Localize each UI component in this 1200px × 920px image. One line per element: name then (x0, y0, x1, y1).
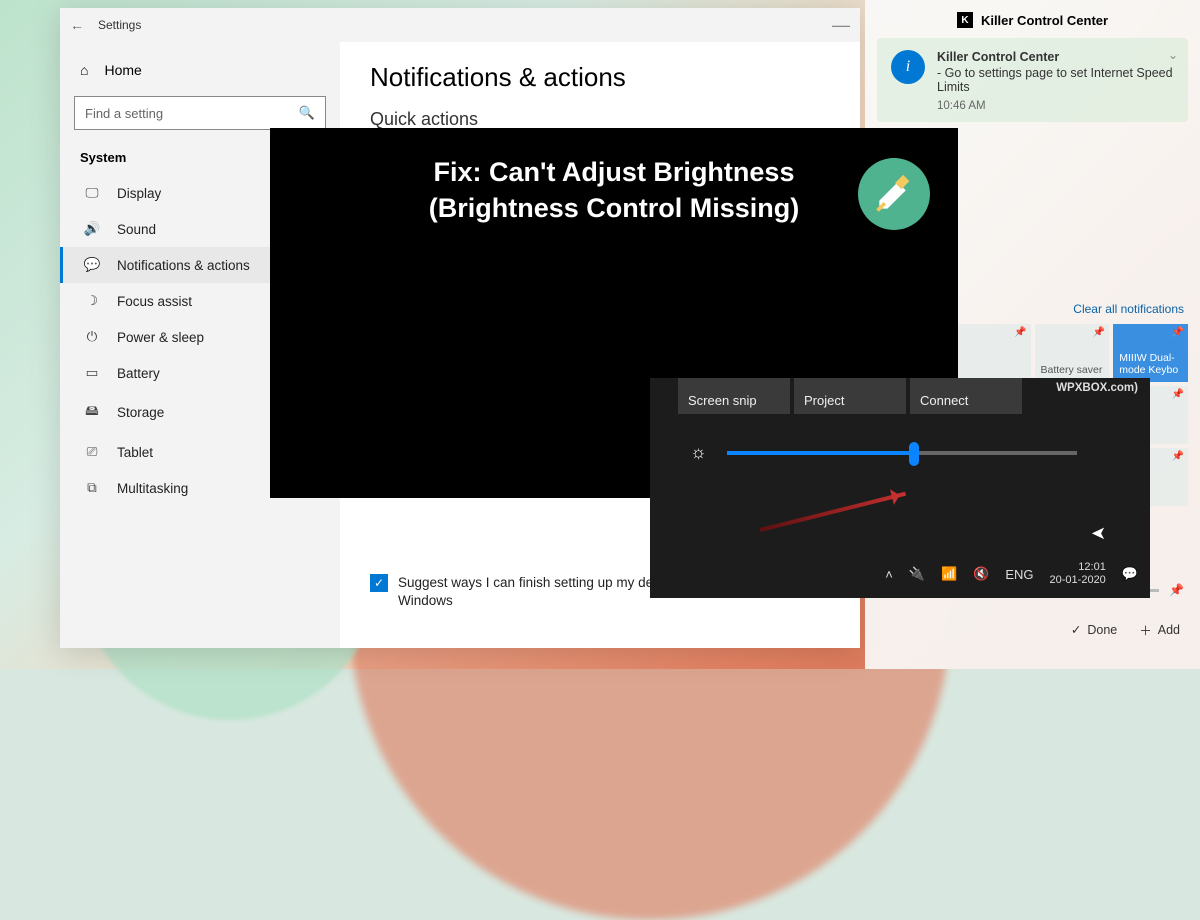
back-button[interactable]: ← (70, 17, 98, 33)
sidebar-item-label: Battery (117, 366, 160, 381)
sidebar-item-icon: 🔊 (83, 221, 101, 237)
cursor-icon: ➤ (1091, 523, 1106, 544)
watermark-text: WPXBOX.com) (1056, 382, 1138, 394)
sidebar-item-icon: ⧉ (83, 480, 101, 496)
search-input[interactable]: Find a setting 🔍 (74, 96, 326, 130)
sidebar-item-label: Power & sleep (117, 330, 204, 345)
tile-label: Battery saver (1041, 364, 1104, 376)
sidebar-item-label: Multitasking (117, 481, 188, 496)
window-titlebar: ← Settings — (60, 8, 860, 42)
chevron-down-icon[interactable]: ⌄ (1168, 48, 1178, 62)
notification-time: 10:46 AM (937, 100, 1174, 112)
pin-icon: 📌 (1172, 327, 1184, 338)
tray-chevron-icon[interactable]: ˄ (885, 567, 893, 582)
clear-all-link[interactable]: Clear all notifications (1073, 302, 1184, 316)
action-center-footer: ✓ Done ＋ Add (877, 612, 1188, 643)
search-icon: 🔍 (299, 105, 315, 121)
info-icon: i (891, 50, 925, 84)
quick-action-tile: Project (794, 378, 906, 414)
section-title: Quick actions (370, 109, 830, 130)
sidebar-item-label: Display (117, 186, 161, 201)
pin-icon: 📌 (1172, 451, 1184, 462)
action-center-app-header: K Killer Control Center (877, 8, 1188, 38)
kcc-logo-icon: K (957, 12, 973, 28)
action-center-screenshot: WPXBOX.com) Screen snipProjectConnect ☼ … (650, 378, 1150, 598)
pin-icon[interactable]: 📌 (1169, 583, 1184, 597)
add-button[interactable]: ＋ Add (1139, 620, 1180, 639)
wrench-screwdriver-icon (858, 158, 930, 230)
pin-icon: 📌 (1172, 389, 1184, 400)
sidebar-item-icon: 🖴 (83, 401, 101, 424)
sidebar-item-label: Tablet (117, 445, 153, 460)
power-icon[interactable]: 🔌 (909, 566, 925, 582)
pin-icon: 📌 (1093, 327, 1105, 338)
quick-action-tile[interactable]: 📌 (956, 324, 1031, 382)
quick-action-tile[interactable]: 📌 Battery saver (1035, 324, 1110, 382)
action-center-icon[interactable]: 💬 (1122, 566, 1138, 582)
annotation-arrow (760, 492, 907, 532)
overlay-title: Fix: Can't Adjust Brightness (Brightness… (300, 154, 928, 227)
sidebar-item-icon: ☽ (83, 293, 101, 309)
video-overlay: Fix: Can't Adjust Brightness (Brightness… (270, 128, 958, 498)
sidebar-item-label: Focus assist (117, 294, 192, 309)
sidebar-item-label: Notifications & actions (117, 258, 250, 273)
tile-label: MIIIW Dual-mode Keybo (1119, 352, 1182, 376)
quick-action-tile[interactable]: 📌 MIIIW Dual-mode Keybo (1113, 324, 1188, 382)
brightness-icon: ☼ (690, 442, 707, 463)
sidebar-item-icon: ⏻ (83, 329, 101, 345)
done-button[interactable]: ✓ Done (1071, 620, 1117, 639)
notification-body: - Go to settings page to set Internet Sp… (937, 66, 1174, 94)
quick-action-tile: Screen snip (678, 378, 790, 414)
page-title: Notifications & actions (370, 62, 830, 93)
system-tray: ˄ 🔌 📶 🔇 ENG 12:01 20-01-2020 💬 (770, 556, 1138, 592)
tray-clock[interactable]: 12:01 20-01-2020 (1050, 561, 1106, 586)
checkbox-icon: ✓ (370, 574, 388, 592)
window-title: Settings (98, 18, 832, 32)
sidebar-item-label: Storage (117, 405, 164, 420)
sidebar-item-icon: 🖵 (83, 185, 101, 201)
pin-icon: 📌 (1014, 327, 1026, 338)
sidebar-item-home[interactable]: ⌂ Home (60, 52, 340, 88)
home-label: Home (104, 62, 141, 78)
notification-card[interactable]: i Killer Control Center - Go to settings… (877, 38, 1188, 122)
quick-action-tile: Connect (910, 378, 1022, 414)
language-indicator[interactable]: ENG (1005, 567, 1033, 582)
brightness-slider: ☼ (650, 414, 1150, 491)
volume-muted-icon[interactable]: 🔇 (973, 566, 989, 582)
wifi-icon[interactable]: 📶 (941, 566, 957, 582)
minimize-button[interactable]: — (832, 15, 850, 36)
sidebar-item-icon: ⎚ (83, 444, 101, 460)
notification-title: Killer Control Center (937, 50, 1174, 64)
sidebar-item-label: Sound (117, 222, 156, 237)
home-icon: ⌂ (80, 62, 88, 78)
sidebar-item-icon: 💬 (83, 257, 101, 273)
search-placeholder: Find a setting (85, 106, 163, 121)
sidebar-item-icon: ▭ (83, 365, 101, 381)
